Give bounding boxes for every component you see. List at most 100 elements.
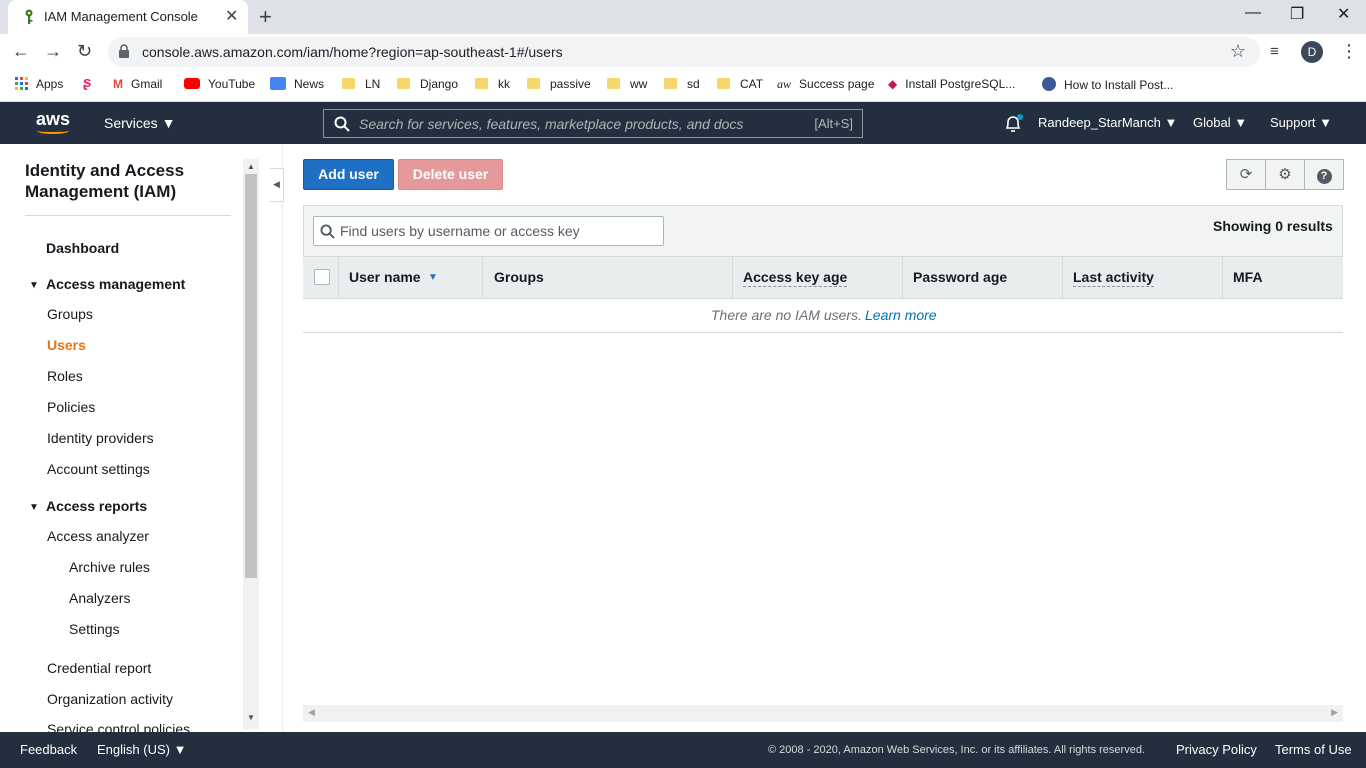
column-header-password-age[interactable]: Password age [913, 269, 1007, 285]
column-separator [482, 257, 483, 298]
sidebar-item-groups[interactable]: Groups [47, 306, 93, 322]
new-tab-button[interactable]: + [259, 4, 272, 30]
search-icon [334, 116, 350, 132]
profile-avatar[interactable]: D [1301, 41, 1323, 63]
column-separator [902, 257, 903, 298]
terms-of-use-link[interactable]: Terms of Use [1275, 742, 1352, 757]
sidebar-item-users[interactable]: Users [47, 337, 86, 353]
graduation-cap-icon: ◆ [888, 77, 898, 91]
scroll-right-icon[interactable]: ▶ [1331, 707, 1338, 718]
bookmark-star-icon[interactable]: ☆ [1230, 41, 1246, 62]
delete-user-button[interactable]: Delete user [398, 159, 503, 190]
column-header-groups[interactable]: Groups [494, 269, 544, 285]
bookmark-youtube[interactable]: YouTube [184, 77, 255, 91]
sidebar-item-credential-report[interactable]: Credential report [47, 660, 151, 676]
minimize-icon[interactable]: — [1245, 4, 1261, 22]
media-queue-icon[interactable]: ≡ [1270, 43, 1279, 60]
sidebar-item-dashboard[interactable]: Dashboard [46, 240, 119, 256]
sidebar-section-access-management[interactable]: Access management [46, 276, 185, 292]
bookmark-gmail[interactable]: M Gmail [113, 77, 162, 91]
sidebar-item-roles[interactable]: Roles [47, 368, 83, 384]
sidebar-item-identity-providers[interactable]: Identity providers [47, 430, 154, 446]
horizontal-scrollbar[interactable]: ◀ ▶ [303, 705, 1343, 722]
bookmark-news[interactable]: News [270, 77, 324, 91]
bookmark-folder-passive[interactable]: passive [527, 77, 591, 91]
menu-icon[interactable]: ⋮ [1340, 41, 1358, 62]
column-header-user-name[interactable]: User name [349, 269, 421, 285]
bookmark-folder-cat[interactable]: CAT [717, 77, 763, 91]
sidebar-item-settings[interactable]: Settings [69, 621, 120, 637]
tab-title: IAM Management Console [44, 9, 198, 24]
bookmark-how-to-install[interactable]: How to Install Post... [1042, 77, 1173, 92]
restore-icon[interactable]: ❐ [1290, 4, 1304, 24]
back-icon[interactable]: ← [12, 41, 30, 62]
sort-descending-icon[interactable]: ▼ [428, 272, 438, 283]
column-header-access-key-age[interactable]: Access key age [743, 269, 848, 287]
account-label: Randeep_StarManch [1038, 115, 1161, 130]
bookmark-label: CAT [740, 77, 764, 91]
sidebar-item-policies[interactable]: Policies [47, 399, 95, 415]
scroll-left-icon[interactable]: ◀ [308, 707, 315, 718]
address-bar[interactable]: console.aws.amazon.com/iam/home?region=a… [108, 37, 1260, 67]
bookmark-folder-ln[interactable]: LN [342, 77, 380, 91]
language-label: English (US) [97, 742, 170, 757]
scroll-up-icon[interactable]: ▲ [247, 162, 255, 171]
collapse-sidebar-button[interactable]: ◀ [270, 168, 284, 202]
help-button[interactable]: ? [1304, 159, 1344, 190]
bookmark-folder-sd[interactable]: sd [664, 77, 700, 91]
select-all-checkbox[interactable] [314, 269, 330, 285]
bookmark-label: LN [365, 77, 381, 91]
sidebar-item-access-analyzer[interactable]: Access analyzer [47, 528, 149, 544]
sidebar-section-access-reports[interactable]: Access reports [46, 498, 147, 514]
caret-down-icon[interactable]: ▼ [29, 280, 39, 291]
bookmark-folder-ww[interactable]: ww [607, 77, 647, 91]
sidebar-item-account-settings[interactable]: Account settings [47, 461, 150, 477]
bookmark-apps[interactable]: Apps [15, 77, 63, 91]
notification-bell-icon[interactable] [1003, 114, 1023, 134]
sidebar-scrollbar-thumb[interactable] [245, 174, 257, 578]
add-user-button[interactable]: Add user [303, 159, 394, 190]
support-menu[interactable]: Support ▼ [1270, 115, 1332, 130]
column-header-last-activity[interactable]: Last activity [1073, 269, 1154, 287]
sidebar-item-service-control-policies[interactable]: Service control policies [47, 721, 190, 732]
bookmark-folder-django[interactable]: Django [397, 77, 458, 91]
caret-down-icon[interactable]: ▼ [29, 502, 39, 513]
folder-icon [527, 78, 540, 89]
bookmark-success-page[interactable]: aw Success page [777, 77, 874, 92]
close-window-icon[interactable]: ✕ [1337, 4, 1350, 24]
region-label: Global [1193, 115, 1231, 130]
user-filter-input[interactable]: Find users by username or access key [313, 216, 664, 246]
s-logo-icon[interactable]: ʂ [83, 74, 91, 91]
tab-close-icon[interactable]: ✕ [225, 6, 238, 26]
bookmark-install-postgresql[interactable]: ◆ Install PostgreSQL... [888, 77, 1015, 91]
services-search-input[interactable]: Search for services, features, marketpla… [323, 109, 863, 138]
sidebar-item-analyzers[interactable]: Analyzers [69, 590, 130, 606]
iam-key-icon [25, 9, 33, 24]
scroll-down-icon[interactable]: ▼ [247, 713, 255, 722]
privacy-policy-link[interactable]: Privacy Policy [1176, 742, 1257, 757]
account-menu[interactable]: Randeep_StarManch ▼ [1038, 115, 1177, 130]
help-icon: ? [1316, 169, 1332, 184]
sidebar-title: Identity and Access Management (IAM) [25, 161, 185, 201]
bookmark-label: sd [687, 77, 700, 91]
forward-icon[interactable]: → [44, 41, 62, 62]
browser-toolbar: ← → ↻ console.aws.amazon.com/iam/home?re… [0, 34, 1366, 70]
learn-more-link[interactable]: Learn more [865, 307, 937, 323]
search-shortcut-hint: [Alt+S] [814, 116, 853, 131]
gmail-icon: M [113, 77, 123, 91]
bookmarks-bar: Apps ʂ M Gmail YouTube News LN Django kk … [0, 70, 1366, 102]
aws-logo[interactable]: aws [36, 109, 70, 130]
browser-tab[interactable]: IAM Management Console ✕ [8, 0, 248, 34]
settings-button[interactable]: ⚙ [1265, 159, 1305, 190]
column-header-mfa[interactable]: MFA [1233, 269, 1263, 285]
refresh-button[interactable]: ⟳ [1226, 159, 1266, 190]
bookmark-folder-kk[interactable]: kk [475, 77, 510, 91]
services-menu[interactable]: Services ▼ [104, 115, 175, 131]
region-menu[interactable]: Global ▼ [1193, 115, 1247, 130]
sidebar-item-archive-rules[interactable]: Archive rules [69, 559, 150, 575]
sidebar-item-organization-activity[interactable]: Organization activity [47, 691, 173, 707]
feedback-link[interactable]: Feedback [20, 742, 77, 757]
search-icon [320, 224, 335, 239]
language-selector[interactable]: English (US) ▼ [97, 742, 186, 757]
reload-icon[interactable]: ↻ [77, 41, 92, 62]
